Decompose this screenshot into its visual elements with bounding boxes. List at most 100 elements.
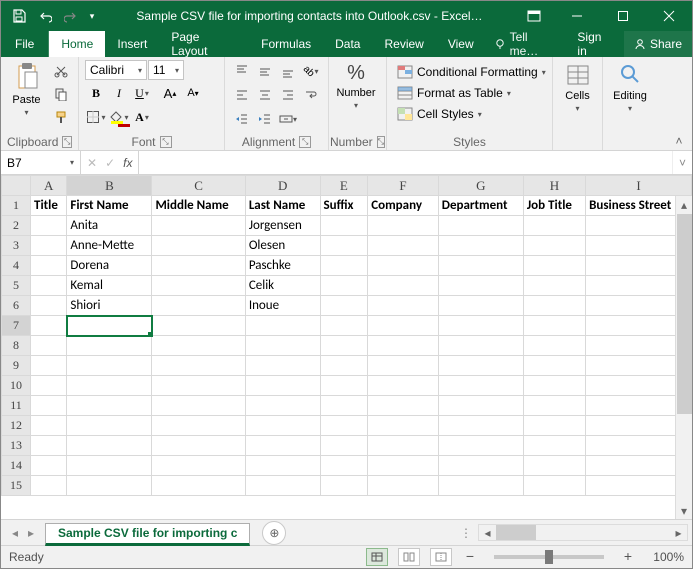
row-header[interactable]: 3 xyxy=(2,236,31,256)
cell[interactable] xyxy=(320,316,368,336)
cell[interactable] xyxy=(438,436,523,456)
row-header[interactable]: 5 xyxy=(2,276,31,296)
enter-formula-icon[interactable]: ✓ xyxy=(105,156,115,170)
cell[interactable] xyxy=(320,276,368,296)
scroll-down-icon[interactable]: ▾ xyxy=(676,502,692,519)
cell[interactable] xyxy=(368,376,439,396)
sheet-tab-active[interactable]: Sample CSV file for importing c xyxy=(45,523,250,546)
align-bottom-button[interactable] xyxy=(277,60,299,82)
cell[interactable] xyxy=(438,376,523,396)
hscroll-thumb[interactable] xyxy=(496,525,536,540)
cell[interactable]: Job Title xyxy=(523,196,585,216)
cell[interactable] xyxy=(31,356,67,376)
row-header[interactable]: 13 xyxy=(2,436,31,456)
cell[interactable] xyxy=(320,396,368,416)
cell[interactable] xyxy=(523,356,585,376)
select-all-button[interactable] xyxy=(2,176,31,196)
cell[interactable]: Anne-Mette xyxy=(67,236,152,256)
share-button[interactable]: Share xyxy=(624,31,692,57)
normal-view-button[interactable] xyxy=(366,548,388,566)
undo-icon[interactable] xyxy=(33,4,57,28)
cell[interactable] xyxy=(31,216,67,236)
column-header[interactable]: H xyxy=(523,176,585,196)
zoom-slider[interactable] xyxy=(494,555,604,559)
copy-button[interactable] xyxy=(50,83,72,105)
underline-button[interactable]: U▾ xyxy=(131,82,153,104)
cell[interactable] xyxy=(368,396,439,416)
increase-font-button[interactable]: A▴ xyxy=(159,82,181,104)
redo-icon[interactable] xyxy=(59,4,83,28)
horizontal-scrollbar[interactable]: ◂ ▸ xyxy=(478,524,688,541)
cell[interactable] xyxy=(31,296,67,316)
font-dialog-launcher[interactable]: ⤡ xyxy=(160,136,172,148)
cell[interactable] xyxy=(438,296,523,316)
tab-page-layout[interactable]: Page Layout xyxy=(159,31,249,57)
row-header[interactable]: 2 xyxy=(2,216,31,236)
cells-button[interactable]: Cells▾ xyxy=(559,60,596,126)
cell[interactable] xyxy=(438,276,523,296)
number-dialog-launcher[interactable]: ⤡ xyxy=(377,136,385,148)
cell[interactable] xyxy=(368,316,439,336)
cell[interactable]: Inoue xyxy=(245,296,320,316)
cell[interactable] xyxy=(438,256,523,276)
cell[interactable] xyxy=(67,376,152,396)
cell[interactable] xyxy=(368,476,439,496)
cell[interactable] xyxy=(31,476,67,496)
cell[interactable]: Company xyxy=(368,196,439,216)
font-size-combo[interactable]: 11▾ xyxy=(148,60,184,80)
cell[interactable] xyxy=(67,396,152,416)
cell[interactable] xyxy=(67,456,152,476)
font-name-combo[interactable]: Calibri▾ xyxy=(85,60,147,80)
qat-customize-icon[interactable]: ▾ xyxy=(85,4,99,28)
cell[interactable] xyxy=(320,256,368,276)
cell[interactable] xyxy=(320,296,368,316)
bold-button[interactable]: B xyxy=(85,82,107,104)
cell[interactable]: Olesen xyxy=(245,236,320,256)
cell-styles-button[interactable]: Cell Styles▾ xyxy=(393,104,486,124)
cell[interactable] xyxy=(245,396,320,416)
alignment-dialog-launcher[interactable]: ⤡ xyxy=(299,136,311,148)
cell[interactable] xyxy=(320,336,368,356)
conditional-formatting-button[interactable]: Conditional Formatting▾ xyxy=(393,62,550,82)
cut-button[interactable] xyxy=(50,60,72,82)
cell[interactable] xyxy=(152,356,245,376)
cell[interactable] xyxy=(320,216,368,236)
merge-center-button[interactable]: ▾ xyxy=(277,108,299,130)
zoom-in-button[interactable]: + xyxy=(620,549,636,565)
cell[interactable] xyxy=(152,476,245,496)
sign-in-link[interactable]: Sign in xyxy=(567,31,624,57)
cell[interactable] xyxy=(438,396,523,416)
row-header[interactable]: 7 xyxy=(2,316,31,336)
cell[interactable]: Title xyxy=(31,196,67,216)
column-header[interactable]: F xyxy=(368,176,439,196)
cell[interactable] xyxy=(368,356,439,376)
row-header[interactable]: 9 xyxy=(2,356,31,376)
cell[interactable] xyxy=(368,216,439,236)
new-sheet-button[interactable]: ⊕ xyxy=(262,521,286,545)
cell[interactable] xyxy=(152,216,245,236)
cell[interactable] xyxy=(523,456,585,476)
row-header[interactable]: 15 xyxy=(2,476,31,496)
tab-data[interactable]: Data xyxy=(323,31,372,57)
row-header[interactable]: 10 xyxy=(2,376,31,396)
tab-home[interactable]: Home xyxy=(49,31,105,57)
cell[interactable] xyxy=(31,316,67,336)
cell[interactable] xyxy=(523,316,585,336)
cell[interactable] xyxy=(152,396,245,416)
cell[interactable] xyxy=(523,376,585,396)
align-top-button[interactable] xyxy=(231,60,253,82)
align-left-button[interactable] xyxy=(231,84,253,106)
cell[interactable] xyxy=(523,236,585,256)
cell[interactable] xyxy=(438,336,523,356)
format-as-table-button[interactable]: Format as Table▾ xyxy=(393,83,515,103)
clipboard-dialog-launcher[interactable]: ⤡ xyxy=(62,136,72,148)
cell[interactable]: Suffix xyxy=(320,196,368,216)
cell[interactable] xyxy=(67,356,152,376)
cell[interactable] xyxy=(523,476,585,496)
cell[interactable]: Anita xyxy=(67,216,152,236)
cell[interactable] xyxy=(320,236,368,256)
column-header[interactable]: I xyxy=(586,176,692,196)
minimize-button[interactable] xyxy=(554,1,600,31)
insert-function-icon[interactable]: fx xyxy=(123,156,132,170)
cell[interactable] xyxy=(245,356,320,376)
